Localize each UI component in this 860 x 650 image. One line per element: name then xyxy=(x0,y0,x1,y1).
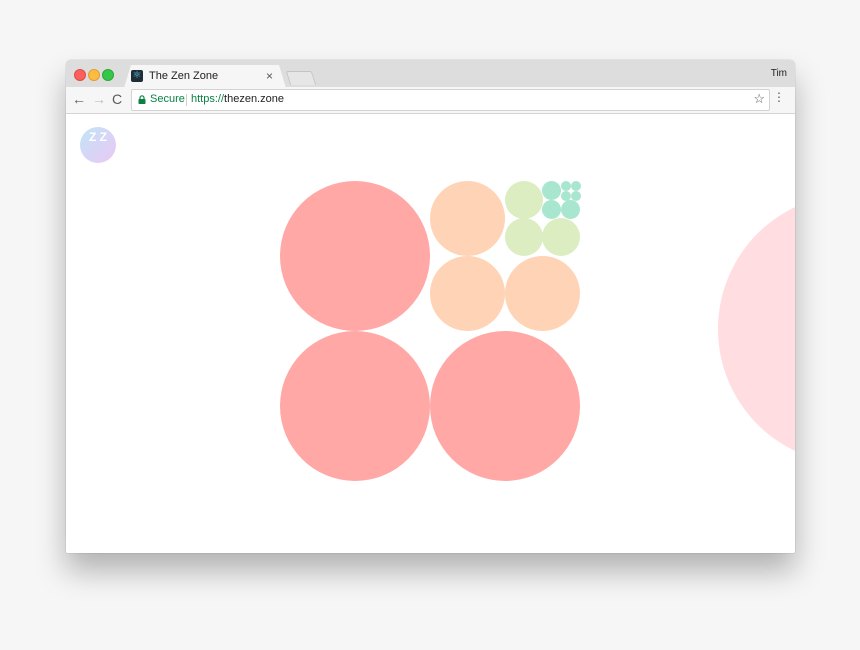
menu-icon[interactable]: ⋮ xyxy=(773,90,785,104)
tab-close-icon[interactable]: × xyxy=(266,69,273,83)
circle-tiny-bottom-left[interactable] xyxy=(542,200,561,219)
url-text[interactable]: https://thezen.zone xyxy=(191,93,284,105)
back-icon[interactable]: ← xyxy=(72,89,86,109)
title-bar: ⚛ The Zen Zone × Tim xyxy=(66,60,795,88)
forward-icon[interactable]: → xyxy=(92,89,106,109)
browser-window: ⚛ The Zen Zone × Tim ← → C Secure https:… xyxy=(66,60,795,553)
circle-micro-1[interactable] xyxy=(561,181,571,191)
url-scheme: https:// xyxy=(191,93,225,105)
browser-toolbar: ← → C Secure https://thezen.zone ☆ ⋮ xyxy=(66,87,795,114)
circle-small-bottom-right[interactable] xyxy=(542,218,580,256)
reload-icon[interactable]: C xyxy=(112,89,122,109)
url-host: thezen.zone xyxy=(224,93,284,105)
circle-small-top-left[interactable] xyxy=(505,181,543,219)
circle-large-bottom-left[interactable] xyxy=(280,331,430,481)
logo-text: Z Z xyxy=(89,130,107,144)
tab-title: The Zen Zone xyxy=(149,70,219,82)
lock-icon xyxy=(138,95,146,104)
bookmark-star-icon[interactable]: ☆ xyxy=(753,91,765,107)
circle-medium-bottom-left[interactable] xyxy=(430,256,505,331)
circle-micro-4[interactable] xyxy=(571,191,581,201)
circle-large-top-left[interactable] xyxy=(280,181,430,331)
window-minimize-button[interactable] xyxy=(88,69,100,81)
tab-the-zen-zone[interactable]: ⚛ The Zen Zone × xyxy=(124,65,286,88)
circle-tiny-top-left[interactable] xyxy=(542,181,561,200)
address-bar[interactable]: Secure https://thezen.zone ☆ xyxy=(131,89,770,111)
circle-small-bottom-left[interactable] xyxy=(505,218,543,256)
circle-micro-2[interactable] xyxy=(571,181,581,191)
window-maximize-button[interactable] xyxy=(102,69,114,81)
address-divider xyxy=(186,94,187,106)
secure-label: Secure xyxy=(150,93,185,105)
new-tab-button[interactable] xyxy=(285,71,317,85)
circle-micro-3[interactable] xyxy=(561,191,571,201)
circle-medium-bottom-right[interactable] xyxy=(505,256,580,331)
window-close-button[interactable] xyxy=(74,69,86,81)
page-content: Z Z xyxy=(66,114,795,553)
circle-side-large[interactable] xyxy=(718,194,795,464)
profile-button[interactable]: Tim xyxy=(771,68,787,79)
circle-large-bottom-right[interactable] xyxy=(430,331,580,481)
zen-logo[interactable]: Z Z xyxy=(80,127,116,163)
favicon-icon: ⚛ xyxy=(131,70,143,82)
circle-tiny-bottom-right[interactable] xyxy=(561,200,580,219)
circle-medium-top-left[interactable] xyxy=(430,181,505,256)
